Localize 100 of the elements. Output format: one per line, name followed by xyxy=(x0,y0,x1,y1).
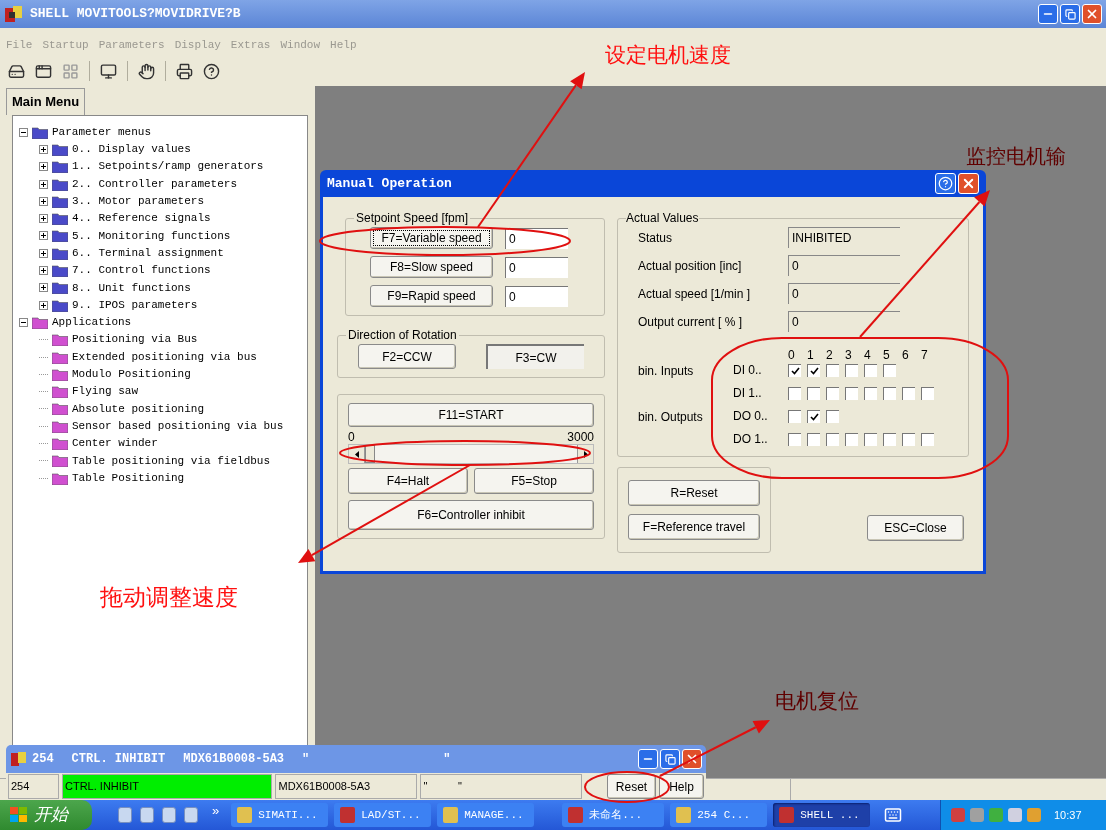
monitor-icon[interactable] xyxy=(100,62,117,80)
taskbar-button[interactable]: SIMATI... xyxy=(231,803,329,827)
expand-icon[interactable] xyxy=(39,283,48,293)
speed-input[interactable]: 0 xyxy=(505,285,568,307)
tree-item[interactable]: 9.. IPOS parameters xyxy=(72,296,198,314)
taskbar-button[interactable]: SHELL ... xyxy=(773,803,871,827)
checkbox[interactable] xyxy=(807,432,820,446)
drive-icon[interactable] xyxy=(8,62,25,80)
tree-item[interactable]: Modulo Positioning xyxy=(72,366,191,383)
restore-button[interactable] xyxy=(1060,4,1080,24)
speed-slider[interactable] xyxy=(348,444,594,464)
minimize-button[interactable] xyxy=(1038,4,1058,24)
checkbox[interactable] xyxy=(921,432,934,446)
tree-item[interactable]: Extended positioning via bus xyxy=(72,348,257,366)
direction-button[interactable]: F3=CW xyxy=(486,344,584,369)
start-button[interactable]: F11=START xyxy=(348,403,594,427)
tree-item[interactable]: 7.. Control functions xyxy=(72,262,211,279)
expand-icon[interactable] xyxy=(39,179,48,189)
checkbox[interactable] xyxy=(883,363,896,377)
slider-thumb[interactable] xyxy=(365,445,375,463)
hand-icon[interactable] xyxy=(138,62,155,80)
tree-item[interactable]: Table positioning via fieldbus xyxy=(72,452,271,470)
expand-icon[interactable] xyxy=(39,231,48,241)
checkbox[interactable] xyxy=(845,386,858,400)
checkbox[interactable] xyxy=(883,386,896,400)
checkbox[interactable] xyxy=(807,386,820,400)
close-button[interactable] xyxy=(1082,4,1102,24)
taskbar-button[interactable]: 未命名... xyxy=(562,803,665,827)
tree-item[interactable]: 1.. Setpoints/ramp generators xyxy=(72,158,264,175)
stop-button[interactable]: F5=Stop xyxy=(474,468,594,494)
quick-launch-icon[interactable] xyxy=(140,807,154,823)
tree-item[interactable]: 4.. Reference signals xyxy=(72,210,211,227)
tree-item[interactable]: Center winder xyxy=(72,435,158,452)
quick-launch-icon[interactable] xyxy=(118,807,132,823)
speed-button[interactable]: F8=Slow speed xyxy=(370,256,493,278)
checkbox[interactable] xyxy=(864,363,877,377)
tree-item[interactable]: Applications xyxy=(52,314,132,331)
halt-button[interactable]: F4=Halt xyxy=(348,468,468,494)
quick-launch-icon[interactable] xyxy=(184,807,198,823)
printer-icon[interactable] xyxy=(176,62,193,80)
expand-icon[interactable] xyxy=(39,162,48,172)
expand-icon[interactable] xyxy=(39,248,48,258)
expand-icon[interactable] xyxy=(39,266,48,275)
expand-icon[interactable] xyxy=(39,214,48,224)
speed-button[interactable]: F7=Variable speed xyxy=(370,227,493,249)
tree-item[interactable]: 6.. Terminal assignment xyxy=(72,244,224,262)
reset-button[interactable]: Reset xyxy=(607,774,656,799)
expand-icon[interactable] xyxy=(39,196,48,206)
start-button[interactable]: 开始 xyxy=(0,800,92,830)
checkbox[interactable] xyxy=(902,386,915,400)
speed-input[interactable]: 0 xyxy=(505,256,568,278)
tree-item[interactable]: Flying saw xyxy=(72,383,138,400)
tree-item[interactable]: 5.. Monitoring functions xyxy=(72,227,231,245)
checkbox[interactable] xyxy=(788,432,801,446)
help-icon[interactable] xyxy=(203,62,220,80)
checkbox[interactable] xyxy=(845,432,858,446)
close-dialog-button[interactable]: ESC=Close xyxy=(867,515,964,541)
direction-button[interactable]: F2=CCW xyxy=(358,344,456,369)
taskbar-button[interactable]: LAD/ST... xyxy=(334,803,432,827)
close-button[interactable] xyxy=(958,173,979,194)
tree-item[interactable]: 3.. Motor parameters xyxy=(72,193,205,210)
reset-button[interactable]: R=Reset xyxy=(628,480,760,506)
tree-item[interactable]: 8.. Unit functions xyxy=(72,279,191,297)
keyboard-icon[interactable] xyxy=(884,806,903,824)
taskbar-button[interactable]: MANAGE... xyxy=(437,803,535,827)
checkbox[interactable] xyxy=(902,432,915,446)
reference-travel-button[interactable]: F=Reference travel xyxy=(628,514,760,540)
checkbox[interactable] xyxy=(921,386,934,400)
help-button[interactable] xyxy=(935,173,956,194)
controller-inhibit-button[interactable]: F6=Controller inhibit xyxy=(348,500,594,530)
checkbox[interactable] xyxy=(864,386,877,400)
tree-item[interactable]: Table Positioning xyxy=(72,469,185,487)
checkbox[interactable] xyxy=(883,432,896,446)
checkbox[interactable] xyxy=(864,432,877,446)
tree-item[interactable]: 0.. Display values xyxy=(72,141,191,158)
checkbox[interactable] xyxy=(788,363,801,377)
checkbox[interactable] xyxy=(826,386,839,400)
checkbox[interactable] xyxy=(807,409,820,423)
expand-icon[interactable] xyxy=(39,300,48,310)
taskbar-button[interactable]: 254 C... xyxy=(670,803,768,827)
speed-button[interactable]: F9=Rapid speed xyxy=(370,285,493,307)
checkbox[interactable] xyxy=(807,363,820,377)
checkbox[interactable] xyxy=(788,386,801,400)
checkbox[interactable] xyxy=(826,409,839,423)
help-button[interactable]: Help xyxy=(658,774,704,799)
checkbox[interactable] xyxy=(826,432,839,446)
tree-item[interactable]: 2.. Controller parameters xyxy=(72,175,238,193)
window-icon[interactable] xyxy=(35,62,52,80)
tree-item[interactable]: Absolute positioning xyxy=(72,400,205,418)
collapse-icon[interactable] xyxy=(19,317,28,327)
tree-item[interactable]: Positioning via Bus xyxy=(72,331,198,348)
checkbox[interactable] xyxy=(845,363,858,377)
main-menu-tab[interactable]: Main Menu xyxy=(6,88,86,115)
tree-item[interactable]: Parameter menus xyxy=(52,123,152,141)
tree-item[interactable]: Sensor based positioning via bus xyxy=(72,417,284,435)
checkbox[interactable] xyxy=(826,363,839,377)
expand-icon[interactable] xyxy=(39,144,48,154)
quick-launch-icon[interactable] xyxy=(162,807,176,823)
collapse-icon[interactable] xyxy=(19,127,28,137)
checkbox[interactable] xyxy=(788,409,801,423)
